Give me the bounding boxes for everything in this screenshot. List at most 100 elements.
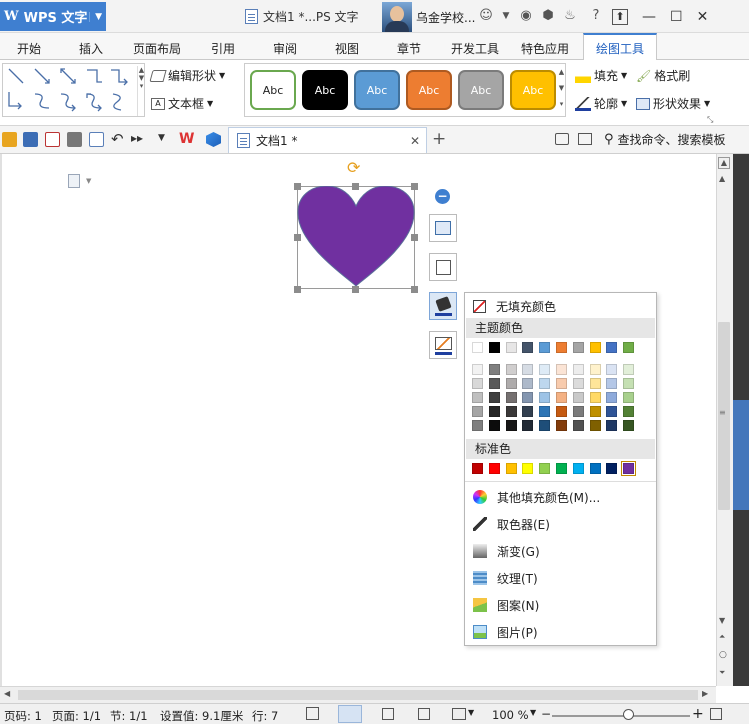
next-page-icon[interactable]: ⏷	[719, 668, 725, 678]
zoom-in-icon[interactable]: +	[692, 706, 704, 722]
theme-shade-swatch[interactable]	[522, 406, 534, 417]
user-name[interactable]: 乌金学校...	[416, 9, 475, 26]
standard-color-swatch[interactable]	[522, 463, 534, 474]
open-folder-icon[interactable]	[2, 132, 17, 147]
theme-shade-swatch[interactable]	[606, 378, 618, 389]
theme-shade-swatch[interactable]	[539, 420, 551, 431]
theme-color-swatch[interactable]	[589, 342, 601, 353]
standard-color-swatch[interactable]	[572, 463, 584, 474]
tab-developer[interactable]: 开发工具	[451, 40, 499, 57]
theme-shade-swatch[interactable]	[556, 420, 567, 431]
theme-shade-swatch[interactable]	[505, 406, 517, 417]
resize-handle[interactable]	[411, 234, 418, 241]
close-button[interactable]: ✕	[697, 9, 709, 25]
scroll-left-icon[interactable]: ◀	[4, 689, 10, 698]
window-icon[interactable]	[578, 133, 592, 145]
shield-icon[interactable]: ⬢	[540, 8, 556, 24]
standard-color-swatch[interactable]	[539, 463, 551, 474]
chevron-down-icon[interactable]: ▼	[498, 8, 514, 24]
edit-shape-float-button[interactable]	[429, 253, 457, 281]
theme-shade-swatch[interactable]	[556, 364, 567, 375]
scroll-top-icon[interactable]: ▲	[718, 157, 730, 169]
close-tab-icon[interactable]: ✕	[410, 134, 420, 148]
layout-options-button[interactable]	[429, 214, 457, 242]
fill-float-button[interactable]	[429, 292, 457, 320]
skin-icon[interactable]: ☺	[478, 8, 494, 24]
theme-shade-swatch[interactable]	[623, 420, 635, 431]
theme-shade-swatch[interactable]	[589, 378, 601, 389]
line-shapes-gallery[interactable]: ▲ ▼ ▾	[2, 63, 145, 117]
scroll-right-icon[interactable]: ▶	[702, 689, 708, 698]
theme-color-swatch[interactable]	[572, 342, 584, 353]
ribbon-expand-icon[interactable]: ⤡	[707, 115, 713, 125]
presentation-icon[interactable]	[555, 133, 569, 145]
rotate-handle-icon[interactable]: ⟳	[347, 158, 360, 177]
resize-handle[interactable]	[352, 183, 359, 190]
resize-handle[interactable]	[294, 234, 301, 241]
eyedropper-item[interactable]: 取色器(E)	[473, 513, 550, 535]
theme-shade-swatch[interactable]	[488, 420, 500, 431]
prev-page-icon[interactable]: ⏶	[719, 632, 725, 642]
theme-color-swatch[interactable]	[505, 342, 517, 353]
maximize-button[interactable]: ☐	[670, 9, 683, 25]
tab-drawing-tools[interactable]: 绘图工具	[583, 33, 657, 61]
horizontal-scroll-thumb[interactable]	[18, 690, 698, 700]
document-tab[interactable]: 文档1 * ✕	[228, 127, 427, 153]
theme-color-swatch[interactable]	[472, 342, 483, 353]
edit-shape-button[interactable]: 编辑形状 ▼	[149, 67, 225, 84]
texture-item[interactable]: 纹理(T)	[473, 567, 538, 589]
gradient-item[interactable]: 渐变(G)	[473, 540, 540, 562]
zoom-slider[interactable]	[552, 715, 690, 717]
theme-shade-swatch[interactable]	[472, 420, 483, 431]
chevron-down-icon[interactable]: ▼	[86, 177, 91, 185]
tab-start[interactable]: 开始	[17, 40, 41, 57]
theme-shade-swatch[interactable]	[572, 392, 584, 403]
theme-shade-swatch[interactable]	[589, 364, 601, 375]
theme-shade-swatch[interactable]	[472, 406, 483, 417]
theme-shade-swatch[interactable]	[606, 420, 618, 431]
theme-shade-swatch[interactable]	[606, 392, 618, 403]
fullscreen-icon[interactable]	[306, 707, 319, 720]
shape-style-gold[interactable]: Abc	[510, 70, 556, 110]
standard-color-swatch[interactable]	[606, 463, 618, 474]
gallery-scroll[interactable]: ▲ ▼ ▾	[137, 66, 145, 116]
chevron-down-icon[interactable]: ▼	[158, 133, 165, 143]
format-painter-button[interactable]: 🖌 格式刷	[636, 67, 690, 84]
zoom-out-icon[interactable]: −	[541, 707, 551, 721]
standard-color-swatch[interactable]	[472, 463, 483, 474]
heart-shape[interactable]	[297, 186, 415, 290]
zoom-slider-knob[interactable]	[622, 709, 634, 720]
theme-shade-swatch[interactable]	[572, 420, 584, 431]
theme-shade-swatch[interactable]	[505, 378, 517, 389]
theme-color-swatch[interactable]	[623, 342, 635, 353]
standard-color-swatch[interactable]	[488, 463, 500, 474]
shape-style-orange[interactable]: Abc	[406, 70, 452, 110]
resize-handle[interactable]	[411, 183, 418, 190]
theme-shade-swatch[interactable]	[472, 378, 483, 389]
wps-app-menu-button[interactable]: W WPS 文字 ▼	[0, 2, 106, 31]
theme-shade-swatch[interactable]	[606, 364, 618, 375]
browse-object-icon[interactable]: ○	[719, 650, 727, 660]
standard-color-swatch[interactable]	[621, 461, 637, 476]
theme-shade-swatch[interactable]	[623, 364, 635, 375]
theme-color-swatch[interactable]	[539, 342, 551, 353]
command-search[interactable]: ⚲ 查找命令、搜索模板	[604, 131, 726, 148]
standard-color-swatch[interactable]	[556, 463, 567, 474]
side-panel-toggle[interactable]	[733, 400, 749, 510]
tab-chapter[interactable]: 章节	[397, 40, 421, 57]
theme-shade-swatch[interactable]	[522, 392, 534, 403]
theme-shade-swatch[interactable]	[522, 420, 534, 431]
minimize-button[interactable]: —	[642, 9, 656, 25]
theme-shade-swatch[interactable]	[472, 364, 483, 375]
text-box-button[interactable]: A 文本框 ▼	[151, 95, 213, 112]
theme-shade-swatch[interactable]	[556, 392, 567, 403]
more-commands-icon[interactable]: ▸▸	[131, 131, 143, 145]
theme-shade-swatch[interactable]	[556, 406, 567, 417]
scroll-down-icon[interactable]: ▼	[719, 616, 725, 625]
theme-color-swatch[interactable]	[522, 342, 534, 353]
outline-button[interactable]: 轮廓 ▼	[575, 95, 627, 112]
pattern-item[interactable]: 图案(N)	[473, 594, 539, 616]
help-icon[interactable]: ?	[588, 8, 604, 24]
shape-style-black[interactable]: Abc	[302, 70, 348, 110]
standard-color-swatch[interactable]	[505, 463, 517, 474]
